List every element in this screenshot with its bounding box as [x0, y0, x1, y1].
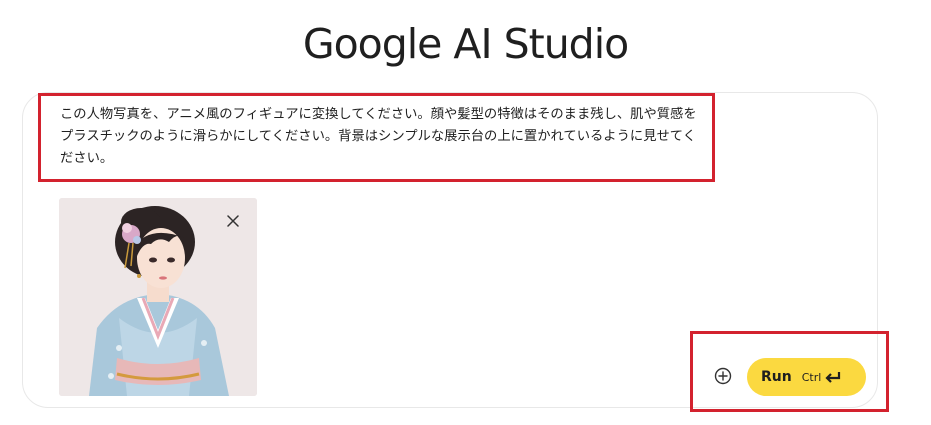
run-highlight-box: [690, 331, 889, 412]
page: Google AI Studio この人物写真を、アニメ風のフィギュアに変換して…: [0, 0, 931, 425]
close-icon: [227, 215, 239, 227]
app-title: Google AI Studio: [302, 20, 629, 68]
prompt-highlight-box: [38, 93, 715, 182]
remove-attachment-button[interactable]: [222, 210, 244, 232]
